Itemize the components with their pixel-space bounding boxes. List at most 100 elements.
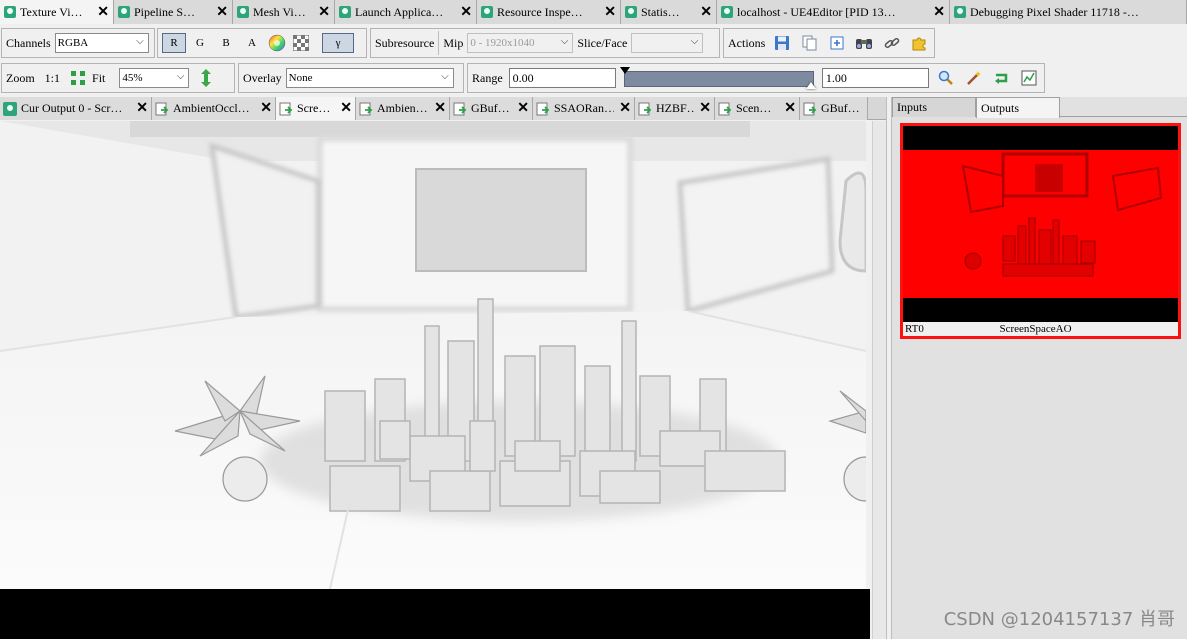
close-icon[interactable]: ✕ [699, 100, 711, 117]
mip-label: Mip [443, 35, 464, 50]
tab-label: Scre… [297, 101, 331, 115]
tab-texture-viewer[interactable]: Texture Vi… ✕ [0, 0, 114, 24]
fit-icon[interactable] [70, 67, 86, 89]
chevron-down-icon: ⌵ [176, 71, 185, 82]
tab-debugging-pixel-shader[interactable]: Debugging Pixel Shader 11718 -… [950, 0, 1187, 24]
close-icon[interactable]: ✕ [784, 100, 796, 117]
close-icon[interactable]: ✕ [97, 4, 109, 21]
tab-outputs[interactable]: Outputs [976, 97, 1060, 118]
divider [438, 31, 440, 55]
close-icon[interactable]: ✕ [700, 4, 712, 21]
flip-vertical-icon[interactable] [195, 67, 217, 89]
puzzle-icon[interactable] [909, 32, 930, 54]
channels-select[interactable]: RGBA ⌵ [54, 33, 149, 53]
binoculars-icon[interactable] [854, 32, 875, 54]
tab-localhost-ue4editor[interactable]: localhost - UE4Editor [PID 13… ✕ [717, 0, 950, 24]
tab-label: Mesh Vi… [253, 4, 306, 19]
resource-icon [279, 102, 293, 115]
actions-group: Actions [723, 28, 935, 58]
tab-statistics[interactable]: Statis… ✕ [621, 0, 717, 24]
close-icon[interactable]: ✕ [216, 4, 228, 21]
resource-icon [359, 102, 373, 115]
close-icon[interactable]: ✕ [340, 100, 352, 117]
tab-label: Launch Applica… [355, 4, 444, 19]
range-max-field[interactable]: 1.00 [821, 68, 929, 88]
close-icon[interactable]: ✕ [318, 4, 330, 21]
texture-viewer-icon [4, 6, 16, 18]
reset-range-icon[interactable] [990, 67, 1012, 89]
slice-face-select[interactable]: ⌵ [631, 33, 704, 53]
zoom-range-icon[interactable] [935, 67, 957, 89]
tab-cur-output[interactable]: Cur Output 0 - Scr… ✕ [0, 97, 152, 120]
tab-screen-space-ao[interactable]: Scre… ✕ [276, 97, 356, 120]
tab-launch-application[interactable]: Launch Applica… ✕ [335, 0, 477, 24]
range-min-field[interactable]: 0.00 [508, 68, 616, 88]
tab-ssao-random[interactable]: SSAORan… ✕ [533, 97, 635, 120]
resource-icon [155, 102, 169, 115]
texture-viewport[interactable] [0, 121, 866, 589]
channel-a-toggle[interactable]: A [240, 33, 264, 53]
channel-g-toggle[interactable]: G [188, 33, 212, 53]
range-slider[interactable] [619, 67, 816, 89]
channel-r-toggle[interactable]: R [162, 33, 186, 53]
output-thumbnail[interactable]: RT0 ScreenSpaceAO [900, 123, 1181, 339]
zoom-select[interactable]: 45% ⌵ [119, 68, 190, 88]
tab-gbuffer-2[interactable]: GBuf… [800, 97, 868, 120]
tab-label: Resource Inspe… [497, 4, 583, 19]
zoom-label: Zoom [6, 70, 35, 85]
range-max-handle[interactable] [805, 82, 816, 89]
viewport-scrollbar[interactable] [872, 121, 886, 639]
toolbar-channels: Channels RGBA ⌵ R G B A γ Subresource Mi… [0, 26, 1187, 60]
tab-hzb[interactable]: HZBF… ✕ [635, 97, 715, 120]
close-icon[interactable]: ✕ [604, 4, 616, 21]
tab-resource-inspector[interactable]: Resource Inspe… ✕ [477, 0, 621, 24]
overlay-select[interactable]: None ⌵ [285, 68, 454, 88]
tab-ambient-occlusion[interactable]: AmbientOccl… ✕ [152, 97, 276, 120]
tab-scene[interactable]: Scen… ✕ [715, 97, 800, 120]
channel-toggle-group: R G B A γ [157, 28, 367, 58]
zoom-1to1-button[interactable]: 1:1 [41, 71, 64, 86]
range-min-handle[interactable] [619, 67, 630, 74]
thumbnail-caption: RT0 ScreenSpaceAO [903, 322, 1178, 336]
link-icon[interactable] [881, 32, 902, 54]
tab-mesh-viewer[interactable]: Mesh Vi… ✕ [233, 0, 335, 24]
copy-icon[interactable] [799, 32, 820, 54]
tab-label: SSAORan… [554, 101, 615, 115]
mip-select[interactable]: 0 - 1920x1040 ⌵ [467, 33, 574, 53]
range-group: Range 0.00 1.00 [467, 63, 1045, 93]
tab-label: AmbientOccl… [173, 101, 250, 115]
close-icon[interactable]: ✕ [260, 100, 272, 117]
launch-icon [339, 6, 351, 18]
close-icon[interactable]: ✕ [517, 100, 529, 117]
tab-pipeline-state[interactable]: Pipeline S… ✕ [114, 0, 233, 24]
save-icon[interactable] [771, 32, 792, 54]
gamma-toggle[interactable]: γ [322, 33, 354, 53]
tab-ambient[interactable]: Ambien… ✕ [356, 97, 450, 120]
ssao-texture-image [0, 121, 866, 589]
open-in-editor-icon[interactable] [826, 32, 847, 54]
slice-face-label: Slice/Face [577, 35, 628, 50]
resource-icon [536, 102, 550, 115]
close-icon[interactable]: ✕ [136, 100, 148, 117]
histogram-icon[interactable] [1018, 67, 1040, 89]
channels-value: RGBA [57, 37, 89, 49]
color-wheel-icon[interactable] [266, 32, 288, 54]
tab-label: Texture Vi… [20, 4, 83, 19]
close-icon[interactable]: ✕ [933, 4, 945, 21]
mesh-icon [237, 6, 249, 18]
close-icon[interactable]: ✕ [460, 4, 472, 21]
tab-gbuffer-1[interactable]: GBuf… ✕ [450, 97, 533, 120]
thumbnail-panel: Inputs Outputs RT0 ScreenSpaceAO CSDN @1… [892, 97, 1187, 639]
debug-icon [954, 6, 966, 18]
resource-icon [481, 6, 493, 18]
resource-icon [803, 102, 817, 115]
tab-label: Scen… [736, 101, 772, 115]
texture-icon [3, 101, 17, 116]
close-icon[interactable]: ✕ [619, 100, 631, 117]
auto-fit-wand-icon[interactable] [963, 67, 985, 89]
fit-button[interactable]: Fit [92, 71, 105, 86]
close-icon[interactable]: ✕ [434, 100, 446, 117]
checkerboard-icon[interactable] [290, 32, 312, 54]
tab-inputs[interactable]: Inputs [892, 97, 976, 117]
channel-b-toggle[interactable]: B [214, 33, 238, 53]
